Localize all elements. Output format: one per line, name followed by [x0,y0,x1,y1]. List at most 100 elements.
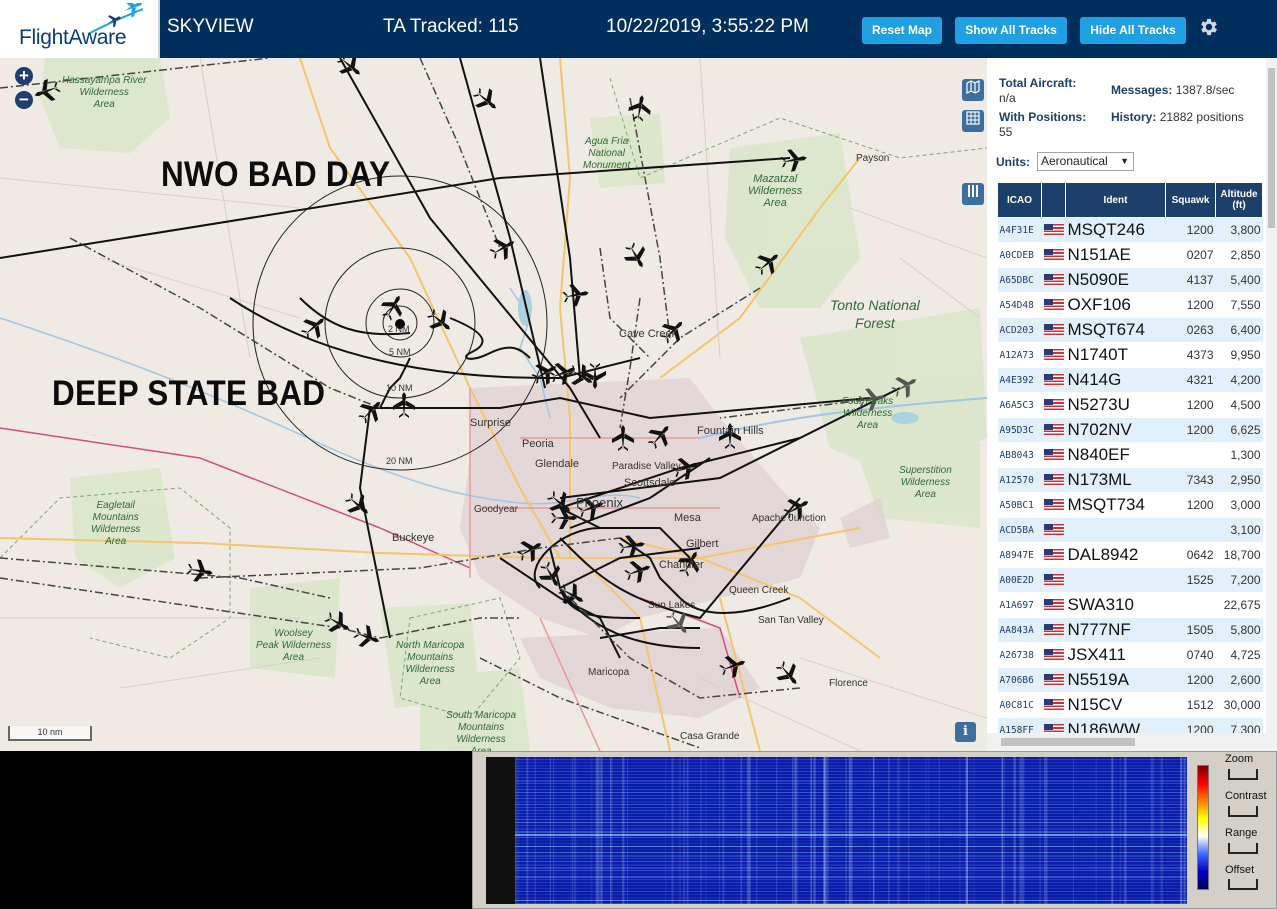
column-header-altitude[interactable]: Altitude (ft) [1215,182,1263,218]
panel-horizontal-scrollbar[interactable] [987,733,1277,751]
altitude-cell: 5,400 [1215,267,1263,293]
icao-cell: AA843A [997,617,1042,643]
aircraft-row[interactable]: A54D48 OXF106 1200 7,550 [997,292,1263,318]
waterfall-gutter [486,757,515,904]
ident-cell: MSQT734 [1065,492,1166,518]
zoom-in-button[interactable]: + [15,67,33,85]
us-flag-icon [1043,399,1064,411]
aircraft-row[interactable]: A1A697 SWA310 22,675 [997,592,1263,618]
zoom-label: Zoom [1225,753,1254,765]
column-header-ident[interactable]: Ident [1065,182,1166,218]
aircraft-row[interactable]: A706B6 N5519A 1200 2,600 [997,667,1263,693]
ident-cell: N5090E [1065,267,1166,293]
aircraft-row[interactable]: ACD203 MSQT674 0263 6,400 [997,317,1263,343]
grid-toggle-icon[interactable] [962,110,984,132]
us-flag-icon [1043,574,1064,586]
squawk-cell [1165,517,1216,543]
squawk-cell: 0207 [1165,242,1216,268]
aircraft-row[interactable]: A12570 N173ML 7343 2,950 [997,467,1263,493]
aircraft-row[interactable]: AA843A N777NF 1505 5,800 [997,617,1263,643]
us-flag-icon [1043,624,1064,636]
squawk-cell: 7343 [1165,467,1216,493]
squawk-cell: 1200 [1165,492,1216,518]
range-ring-label: 2 NM [388,324,410,334]
aircraft-row[interactable]: A50BC1 MSQT734 1200 3,000 [997,492,1263,518]
units-select[interactable]: Aeronautical ▼ [1037,152,1134,171]
offset-slider[interactable] [1228,879,1258,890]
place-label: Queen Creek [729,585,789,596]
icao-cell: A0C81C [997,692,1042,718]
settings-gear-icon[interactable] [1198,16,1220,38]
column-header-squawk[interactable]: Squawk [1165,182,1216,218]
overlay-text-deep-state: DEEP STATE BAD [52,374,326,413]
zoom-slider[interactable] [1228,769,1258,780]
map-layers-icon[interactable] [962,79,984,101]
ident-cell: JSX411 [1065,642,1166,668]
ident-cell [1065,517,1166,543]
contrast-slider[interactable] [1228,806,1258,817]
icao-cell: A4E392 [997,367,1042,393]
aircraft-row[interactable]: A4E392 N414G 4321 4,200 [997,367,1263,393]
panel-vertical-scrollbar[interactable] [1266,58,1277,733]
squawk-cell: 1525 [1165,567,1216,593]
aircraft-row[interactable]: A26738 JSX411 0740 4,725 [997,642,1263,668]
place-label: Maricopa [588,667,630,678]
aircraft-row[interactable]: A6A5C3 N5273U 1200 4,500 [997,392,1263,418]
ident-cell: N5519A [1065,667,1166,693]
app-name: SKYVIEW [167,16,254,37]
zoom-out-button[interactable]: − [15,91,33,109]
ident-cell: N414G [1065,367,1166,393]
reset-map-button[interactable]: Reset Map [862,17,942,44]
icao-cell: A00E2D [997,567,1042,593]
place-label: Glendale [535,458,580,470]
column-header-icao[interactable]: ICAO [997,182,1042,218]
icao-cell: A50BC1 [997,492,1042,518]
icao-cell: A706B6 [997,667,1042,693]
place-label: Chandler [659,559,704,571]
icao-cell: A4F31E [997,217,1042,243]
aircraft-row[interactable]: A95D3C N702NV 1200 6,625 [997,417,1263,443]
wilderness-label: South Maricopa Mountains Wilderness Area [446,710,517,751]
aircraft-row[interactable]: A12A73 N1740T 4373 9,950 [997,342,1263,368]
with-positions-value: 55 [999,125,1013,139]
with-positions-label: With Positions: [999,110,1087,124]
icao-cell: A95D3C [997,417,1042,443]
flag-cell [1041,592,1066,618]
aircraft-row[interactable]: A65DBC N5090E 4137 5,400 [997,267,1263,293]
show-all-tracks-button[interactable]: Show All Tracks [955,17,1067,44]
aircraft-row[interactable]: A0C81C N15CV 1512 30,000 [997,692,1263,718]
columns-toggle-icon[interactable] [962,183,984,205]
us-flag-icon [1043,449,1064,461]
flag-cell [1041,217,1066,243]
ident-cell: N702NV [1065,417,1166,443]
icao-cell: A54D48 [997,292,1042,318]
range-ring-label: 10 NM [386,383,413,393]
total-aircraft-value: n/a [999,91,1016,105]
hide-all-tracks-button[interactable]: Hide All Tracks [1080,17,1186,44]
aircraft-panel: Total Aircraft: n/a With Positions: 55 M… [987,58,1277,751]
aircraft-row[interactable]: A8947E DAL8942 0642 18,700 [997,542,1263,568]
aircraft-row[interactable]: A00E2D 1525 7,200 [997,567,1263,593]
aircraft-row[interactable]: AB8043 N840EF 1,300 [997,442,1263,468]
flag-cell [1041,417,1066,443]
flightaware-logo[interactable]: FlightAware [0,0,160,58]
map-view[interactable]: 2 NM 5 NM 10 NM 20 NM Payson Cave Creek … [0,58,987,751]
ident-cell: N5273U [1065,392,1166,418]
ident-cell: N777NF [1065,617,1166,643]
ident-cell: N151AE [1065,242,1166,268]
us-flag-icon [1043,424,1064,436]
aircraft-row[interactable]: ACD5BA 3,100 [997,517,1263,543]
logo-planes-icon [89,3,144,34]
icao-cell: AB8043 [997,442,1042,468]
flag-cell [1041,667,1066,693]
us-flag-icon [1043,299,1064,311]
squawk-cell [1165,442,1216,468]
aircraft-row[interactable]: A0CDEB N151AE 0207 2,850 [997,242,1263,268]
overlay-text-nwo: NWO BAD DAY [161,155,391,194]
map-info-button[interactable]: i [955,722,976,742]
range-slider[interactable] [1228,843,1258,854]
column-header-flag[interactable] [1041,182,1066,218]
place-label: Payson [856,153,890,164]
ident-cell: N173ML [1065,467,1166,493]
aircraft-row[interactable]: A4F31E MSQT246 1200 3,800 [997,217,1263,243]
